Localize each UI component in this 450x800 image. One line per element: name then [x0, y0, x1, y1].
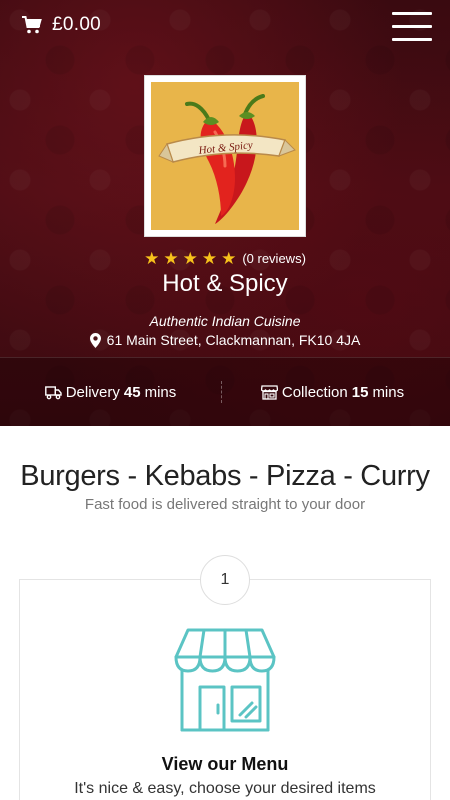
collection-time: 15 — [351, 383, 369, 401]
restaurant-logo: Hot & Spicy — [144, 75, 306, 237]
step-title: View our Menu — [161, 754, 289, 774]
step-number-badge: 1 — [200, 555, 250, 605]
section-title: Burgers - Kebabs - Pizza - Curry — [20, 460, 430, 492]
star-icon: ★ — [221, 249, 237, 268]
shopping-cart-icon — [22, 16, 42, 34]
delivery-unit: mins — [144, 383, 177, 401]
star-rating: ★ ★ ★ ★ ★ — [144, 250, 236, 267]
star-icon: ★ — [163, 249, 179, 268]
delivery-label: Delivery — [65, 383, 120, 401]
cuisine-type: Authentic Indian Cuisine — [149, 313, 301, 329]
rating: ★ ★ ★ ★ ★ (0 reviews) — [0, 250, 450, 267]
chili-pepper-icon: Hot & Spicy — [151, 82, 299, 230]
star-icon: ★ — [182, 249, 198, 268]
star-icon: ★ — [201, 249, 218, 268]
cart-button[interactable]: £0.00 — [22, 14, 101, 36]
cart-total: £0.00 — [52, 14, 102, 35]
top-bar: £0.00 — [0, 0, 450, 52]
logo-image: Hot & Spicy — [151, 82, 299, 230]
delivery-truck-icon — [44, 385, 62, 399]
star-icon: ★ — [144, 249, 160, 268]
shop-awning-icon — [174, 628, 276, 732]
reviews-link[interactable]: (0 reviews) — [242, 251, 306, 266]
restaurant-address: 61 Main Street, Clackmannan, FK10 4JA — [0, 332, 450, 348]
delivery-time: 45 — [123, 383, 141, 401]
address-text: 61 Main Street, Clackmannan, FK10 4JA — [106, 332, 361, 348]
store-icon — [260, 384, 278, 400]
collection-unit: mins — [372, 383, 405, 401]
map-marker-icon — [89, 332, 101, 348]
restaurant-name: Hot & Spicy — [162, 270, 288, 297]
collection-label: Collection — [281, 383, 348, 401]
hamburger-menu-icon[interactable] — [392, 10, 432, 42]
section-subtitle: Fast food is delivered straight to your … — [84, 496, 366, 513]
delivery-info: Delivery 45 mins — [0, 384, 221, 401]
service-info-bar: Delivery 45 mins Collection 15 mins — [0, 357, 450, 426]
collection-info: Collection 15 mins — [222, 384, 443, 401]
restaurant-hero: £0.00 Hot & Spicy ★ ★ ★ ★ ★ (0 reviews) … — [0, 0, 450, 426]
step-description: It's nice & easy, choose your desired it… — [74, 780, 376, 797]
